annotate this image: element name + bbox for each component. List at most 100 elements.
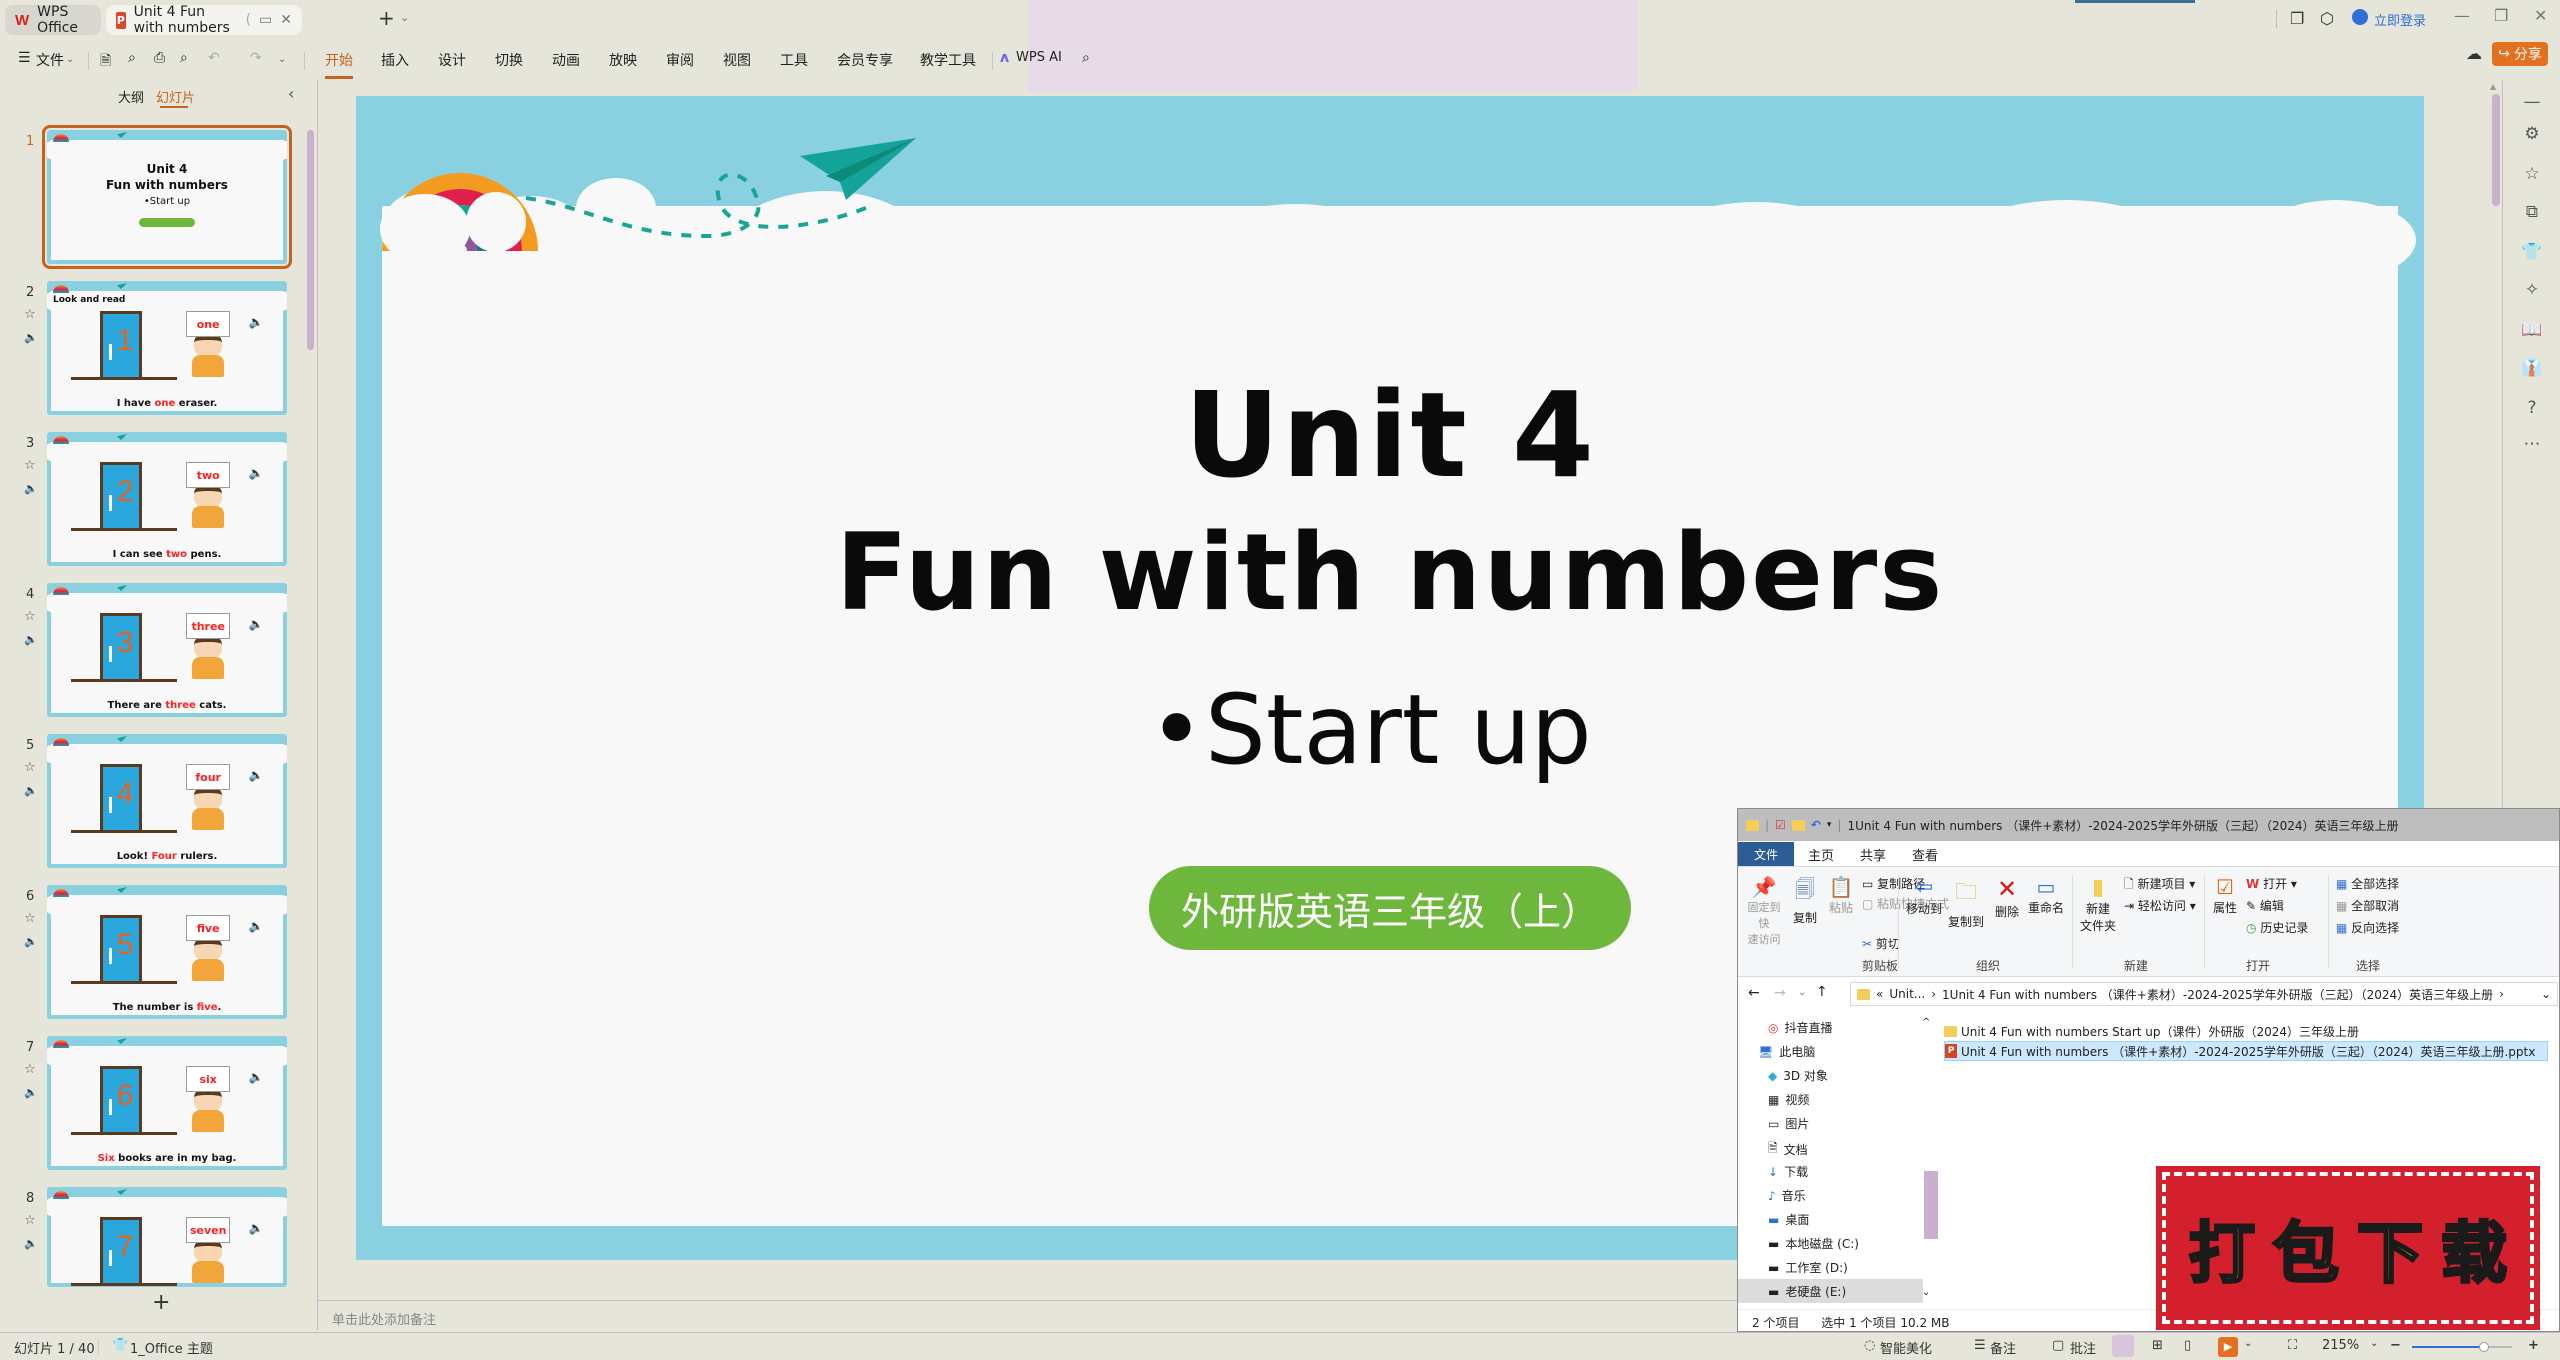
- play-button[interactable]: ▶: [2218, 1337, 2238, 1357]
- edit-button[interactable]: ✎ 编辑: [2246, 897, 2284, 914]
- animation-star-icon[interactable]: ☆: [24, 760, 36, 775]
- breadcrumb-item[interactable]: Unit...: [1889, 987, 1925, 1001]
- search-icon[interactable]: ⌕: [1082, 50, 1090, 66]
- slide-thumbnail[interactable]: 2 two 🔈 I can see two pens.: [47, 432, 287, 566]
- tab-outline[interactable]: 大纲: [118, 87, 144, 106]
- nav-item[interactable]: 🗎 文档: [1768, 1139, 1808, 1160]
- zoom-in-button[interactable]: +: [2528, 1338, 2539, 1353]
- slide-thumbnail[interactable]: Look and read 1 one 🔈 I have one eraser.: [47, 281, 287, 415]
- zoom-slider[interactable]: [2412, 1342, 2512, 1352]
- pin-quick-access-button[interactable]: 📌 固定到快 速访问: [1744, 875, 1784, 947]
- explorer-tab-file[interactable]: 文件: [1738, 842, 1794, 866]
- slide-thumbnail[interactable]: Unit 4 Fun with numbers •Start up: [42, 125, 292, 269]
- minimize-icon[interactable]: —: [2454, 6, 2470, 25]
- format-painter-icon[interactable]: ⌕: [128, 50, 136, 66]
- explorer-tab-view[interactable]: 查看: [1912, 845, 1938, 864]
- panel-scrollbar[interactable]: [307, 130, 314, 350]
- tab-document[interactable]: P Unit 4 Fun with numbers ( ▭ ✕: [106, 4, 302, 36]
- menu-home[interactable]: 开始: [325, 50, 353, 79]
- slide-thumbnail[interactable]: 6 six 🔈 Six books are in my bag.: [47, 1036, 287, 1170]
- audio-icon[interactable]: 🔈: [24, 482, 38, 495]
- address-dropdown-icon[interactable]: ⌄: [2541, 987, 2551, 1001]
- nav-item[interactable]: ▬ 工作室 (D:): [1768, 1259, 1848, 1276]
- audio-icon[interactable]: 🔈: [24, 331, 38, 344]
- nav-item[interactable]: ▭ 图片: [1768, 1115, 1809, 1132]
- menu-teaching-tools[interactable]: 教学工具: [920, 50, 976, 70]
- easy-access-button[interactable]: ⇥ 轻松访问 ▾: [2124, 897, 2196, 914]
- notes-button[interactable]: 备注: [1990, 1338, 2016, 1357]
- audio-icon[interactable]: 🔈: [24, 784, 38, 797]
- comment-button[interactable]: 批注: [2070, 1338, 2096, 1357]
- slide-bullet[interactable]: •Start up: [356, 674, 2424, 786]
- new-folder-button[interactable]: ▮ 新建 文件夹: [2078, 875, 2118, 934]
- new-folder-icon[interactable]: [1791, 819, 1805, 831]
- animation-star-icon[interactable]: ☆: [24, 609, 36, 624]
- cloud-upload-icon[interactable]: ☁: [2466, 44, 2482, 63]
- collapse-icon[interactable]: —: [2521, 92, 2543, 112]
- slide-thumbnail[interactable]: 4 four 🔈 Look! Four rulers.: [47, 734, 287, 868]
- redo-icon[interactable]: ↷: [250, 50, 262, 66]
- delete-button[interactable]: ✕ 删除: [1992, 875, 2022, 920]
- address-bar[interactable]: « Unit... › 1Unit 4 Fun with numbers （课件…: [1850, 982, 2558, 1006]
- print-icon[interactable]: ⎙: [154, 50, 165, 66]
- scroll-down-icon[interactable]: ⌄: [1922, 1287, 1930, 1298]
- chevron-down-icon[interactable]: ⌄: [400, 11, 409, 24]
- nav-item[interactable]: ▦ 视频: [1768, 1091, 1809, 1108]
- beautify-button[interactable]: 智能美化: [1880, 1338, 1932, 1357]
- slide-scrollbar[interactable]: [2492, 94, 2500, 206]
- slide-title[interactable]: Unit 4: [356, 366, 2424, 504]
- menu-insert[interactable]: 插入: [381, 50, 409, 70]
- chevron-down-icon[interactable]: ⌄: [2370, 1338, 2378, 1349]
- copy-to-button[interactable]: 🗀 复制到: [1946, 875, 1986, 930]
- help-icon[interactable]: ?: [2521, 398, 2543, 418]
- hamburger-icon[interactable]: ☰: [18, 50, 31, 66]
- add-slide-button[interactable]: +: [152, 1290, 170, 1315]
- animation-star-icon[interactable]: ☆: [24, 307, 36, 322]
- file-item-pptx[interactable]: P Unit 4 Fun with numbers （课件+素材）-2024-20…: [1944, 1041, 2548, 1061]
- tab-wps-home[interactable]: W WPS Office: [5, 4, 101, 36]
- undo-icon[interactable]: ↶: [208, 50, 220, 66]
- select-all-button[interactable]: ▦ 全部选择: [2336, 875, 2399, 892]
- slide-sorter-icon[interactable]: ⊞: [2152, 1338, 2163, 1353]
- collapse-icon[interactable]: ^: [1922, 1017, 1930, 1028]
- slide-thumbnail[interactable]: 5 five 🔈 The number is five.: [47, 885, 287, 1019]
- zoom-level[interactable]: 215%: [2322, 1338, 2359, 1353]
- nav-item[interactable]: ▬ 老硬盘 (E:): [1768, 1283, 1846, 1300]
- zoom-slider-handle[interactable]: [2479, 1342, 2489, 1352]
- nav-item[interactable]: ▬ 本地磁盘 (C:): [1768, 1235, 1859, 1252]
- monitor-icon[interactable]: ▭: [259, 12, 272, 28]
- animation-star-icon[interactable]: ☆: [24, 1213, 36, 1228]
- file-menu[interactable]: 文件: [36, 50, 64, 70]
- theme-settings-icon[interactable]: 👔: [2521, 358, 2543, 378]
- cube-icon[interactable]: ⬡: [2320, 9, 2334, 28]
- back-icon[interactable]: ←: [1748, 985, 1760, 1001]
- nav-item[interactable]: ↓ 下载: [1768, 1163, 1808, 1180]
- new-tab-button[interactable]: +: [378, 6, 395, 30]
- window-mode-icon[interactable]: ❐: [2290, 9, 2304, 28]
- properties-sliders-icon[interactable]: ⚙: [2521, 124, 2543, 144]
- menu-transition[interactable]: 切换: [495, 50, 523, 70]
- share-button[interactable]: ↪ 分享: [2492, 42, 2548, 66]
- explorer-tab-home[interactable]: 主页: [1808, 845, 1834, 864]
- print-preview-icon[interactable]: ⌕: [180, 50, 188, 66]
- file-item-folder[interactable]: Unit 4 Fun with numbers Start up（课件）外研版（…: [1944, 1021, 2359, 1041]
- menu-slideshow[interactable]: 放映: [609, 50, 637, 70]
- reading-view-icon[interactable]: ▯: [2184, 1338, 2191, 1353]
- book-search-icon[interactable]: 📖: [2521, 320, 2543, 340]
- slide-thumbnail[interactable]: 7 seven 🔈: [47, 1187, 287, 1287]
- close-window-icon[interactable]: ✕: [2534, 6, 2547, 25]
- normal-view-button[interactable]: [2112, 1335, 2134, 1357]
- breadcrumb-overflow[interactable]: «: [1876, 987, 1883, 1001]
- fit-window-icon[interactable]: ⛶: [2288, 1338, 2297, 1353]
- rename-button[interactable]: ▭ 重命名: [2026, 875, 2066, 916]
- slide-subtitle[interactable]: Fun with numbers: [356, 511, 2424, 634]
- audio-icon[interactable]: 🔈: [24, 1086, 38, 1099]
- select-none-button[interactable]: ▦ 全部取消: [2336, 897, 2399, 914]
- collapse-panel-icon[interactable]: ‹: [288, 84, 294, 103]
- wps-ai-button[interactable]: WPS AI: [1016, 50, 1062, 65]
- history-button[interactable]: ◷ 历史记录: [2246, 919, 2308, 936]
- theme-name[interactable]: 1_Office 主题: [130, 1338, 213, 1357]
- save-icon[interactable]: 🗎: [100, 50, 111, 74]
- menu-member[interactable]: 会员专享: [837, 50, 893, 70]
- tab-slides[interactable]: 幻灯片: [156, 87, 195, 106]
